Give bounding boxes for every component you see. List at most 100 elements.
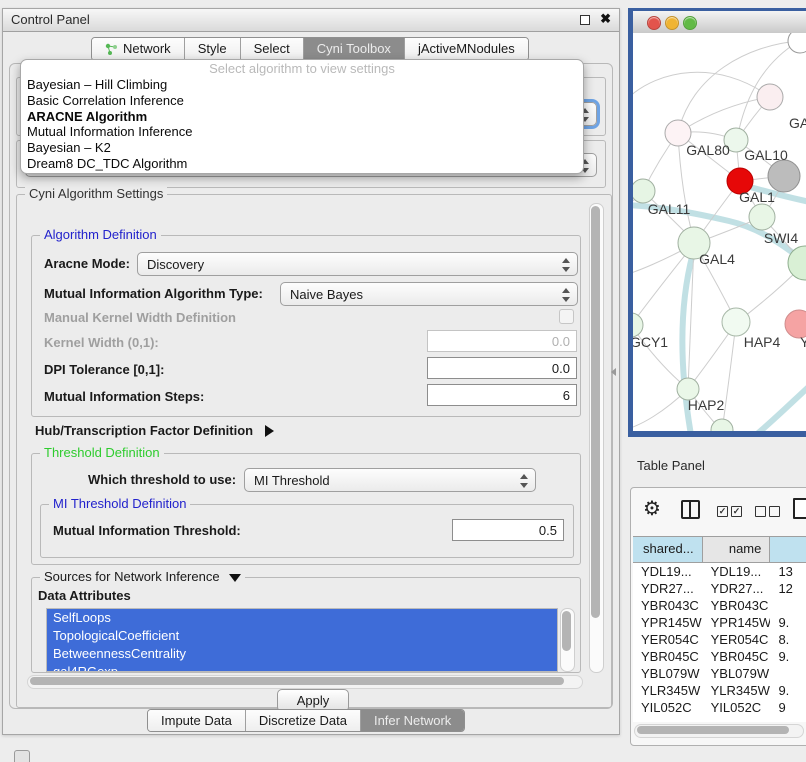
table-row[interactable]: YPR145WYPR145W9.: [633, 614, 806, 631]
tab-select[interactable]: Select: [241, 38, 304, 60]
table-column-header[interactable]: shared...: [633, 537, 703, 562]
table-cell: 9.: [770, 614, 806, 631]
table-row[interactable]: YBR043CYBR043C: [633, 597, 806, 614]
algorithm-option[interactable]: Dream8 DC_TDC Algorithm: [21, 156, 583, 172]
table-cell: [770, 597, 806, 614]
settings-hscroll-thumb[interactable]: [30, 677, 564, 685]
attribute-list-item[interactable]: SelfLoops: [47, 609, 557, 627]
table-header-row: shared...name: [633, 536, 806, 563]
table-row[interactable]: YLR345WYLR345W9.: [633, 682, 806, 699]
network-node[interactable]: [722, 308, 750, 336]
attribute-list-item[interactable]: TopologicalCoefficient: [47, 627, 557, 645]
panel-divider-collapse-icon[interactable]: [611, 368, 616, 376]
tab-cyni-toolbox[interactable]: Cyni Toolbox: [304, 38, 405, 60]
which-threshold-label: Which threshold to use:: [88, 472, 236, 487]
tab-label: Network: [123, 38, 171, 60]
tab-label: Infer Network: [374, 710, 451, 732]
table-row[interactable]: YER054CYER054C8.: [633, 631, 806, 648]
table-cell: YDR27...: [633, 580, 703, 597]
algorithm-option[interactable]: Mutual Information Inference: [21, 124, 583, 140]
network-node[interactable]: [749, 204, 775, 230]
page-icon[interactable]: [793, 498, 806, 519]
network-node[interactable]: [633, 179, 655, 203]
network-canvas[interactable]: GAL7GAL80GAL10GAL1GAL11GAL4SWI4GCY1HAP4Y…: [633, 33, 806, 431]
unchecked-box-icon[interactable]: [755, 506, 766, 517]
close-window-icon[interactable]: [647, 16, 661, 30]
tab-label: Impute Data: [161, 710, 232, 732]
column-layout-icon[interactable]: [681, 500, 700, 519]
attribute-list-scrollbar[interactable]: [560, 608, 575, 672]
network-node[interactable]: [711, 419, 733, 431]
data-attributes-label: Data Attributes: [38, 588, 131, 603]
close-icon[interactable]: ✖: [600, 11, 611, 27]
tab-jactivemnodules[interactable]: jActiveMNodules: [405, 38, 528, 60]
gear-icon[interactable]: ⚙: [643, 496, 661, 521]
zoom-window-icon[interactable]: [683, 16, 697, 30]
attribute-list-item[interactable]: gal4RGexp: [47, 663, 557, 672]
tab-infer-network[interactable]: Infer Network: [361, 710, 464, 731]
table-body: YDL19...YDL19...13YDR27...YDR27...12YBR0…: [633, 563, 806, 716]
network-node[interactable]: [768, 160, 800, 192]
mi-steps-field[interactable]: 6: [427, 384, 577, 406]
aracne-mode-combo[interactable]: Discovery: [137, 252, 578, 276]
network-node[interactable]: [757, 84, 783, 110]
table-row[interactable]: YBL079WYBL079W: [633, 665, 806, 682]
dpi-tolerance-field[interactable]: 0.0: [427, 357, 577, 379]
node-table[interactable]: shared...name YDL19...YDL19...13YDR27...…: [633, 536, 806, 722]
table-row[interactable]: YDL19...YDL19...13: [633, 563, 806, 580]
settings-vscroll-thumb[interactable]: [591, 206, 600, 618]
which-threshold-combo[interactable]: MI Threshold: [244, 468, 536, 492]
table-row[interactable]: YIL052CYIL052C9: [633, 699, 806, 716]
minimized-panel-icon[interactable]: [14, 750, 30, 762]
algorithm-option[interactable]: Bayesian – Hill Climbing: [21, 77, 583, 93]
which-threshold-value: MI Threshold: [254, 473, 330, 488]
checked-box-icon[interactable]: ✓: [731, 506, 742, 517]
attribute-list-item[interactable]: BetweennessCentrality: [47, 645, 557, 663]
node-label: GAL80: [686, 142, 730, 158]
table-row[interactable]: YDR27...YDR27...12: [633, 580, 806, 597]
table-cell: YBL079W: [633, 665, 703, 682]
table-cell: YDL19...: [703, 563, 771, 580]
settings-horizontal-scrollbar[interactable]: [27, 675, 583, 689]
attribute-scroll-thumb[interactable]: [562, 611, 571, 651]
algorithm-option[interactable]: ARACNE Algorithm: [21, 109, 583, 125]
minimize-window-icon[interactable]: [665, 16, 679, 30]
cyni-toolbox-panel: gal-filtered sif default node Select alg…: [9, 63, 613, 709]
table-column-header[interactable]: name: [703, 537, 771, 562]
table-column-header[interactable]: [770, 537, 806, 562]
network-view-window: GAL7GAL80GAL10GAL1GAL11GAL4SWI4GCY1HAP4Y…: [628, 8, 806, 437]
table-hscroll-thumb[interactable]: [637, 726, 789, 734]
table-cell: 13: [770, 563, 806, 580]
table-cell: YBR043C: [633, 597, 703, 614]
manual-kernel-checkbox[interactable]: [559, 309, 574, 324]
network-edge[interactable]: [633, 72, 770, 99]
tab-discretize-data[interactable]: Discretize Data: [246, 710, 361, 731]
cyni-algorithm-settings-group: Cyni Algorithm Settings Algorithm Defini…: [16, 194, 612, 708]
tab-style[interactable]: Style: [185, 38, 241, 60]
application-root: Control Panel ✖ NetworkStyleSelectCyni T…: [0, 0, 806, 762]
float-window-icon[interactable]: [580, 15, 590, 25]
data-attributes-list[interactable]: SelfLoopsTopologicalCoefficientBetweenne…: [46, 608, 558, 672]
network-node[interactable]: [788, 33, 806, 53]
mi-threshold-field[interactable]: 0.5: [452, 519, 564, 541]
sources-group-title[interactable]: Sources for Network Inference: [40, 570, 245, 584]
unchecked-box-icon[interactable]: [769, 506, 780, 517]
settings-vertical-scrollbar[interactable]: [589, 203, 604, 673]
node-label: Y: [800, 334, 806, 350]
tab-network[interactable]: Network: [92, 38, 185, 60]
checked-box-icon[interactable]: ✓: [717, 506, 728, 517]
mi-type-combo[interactable]: Naive Bayes: [280, 282, 578, 306]
algorithm-option[interactable]: Bayesian – K2: [21, 140, 583, 156]
network-edge[interactable]: [678, 97, 770, 133]
network-edge[interactable]: [751, 381, 806, 431]
kernel-width-field[interactable]: 0.0: [427, 330, 577, 352]
table-cell: YBR045C: [633, 648, 703, 665]
tab-impute-data[interactable]: Impute Data: [148, 710, 246, 731]
table-horizontal-scrollbar[interactable]: [634, 724, 804, 738]
network-window-titlebar[interactable]: [633, 11, 806, 34]
aracne-mode-value: Discovery: [147, 257, 204, 272]
algorithm-option[interactable]: Basic Correlation Inference: [21, 93, 583, 109]
hub-definition-toggle[interactable]: Hub/Transcription Factor Definition: [35, 423, 274, 438]
table-row[interactable]: YBR045CYBR045C9.: [633, 648, 806, 665]
mi-type-label: Mutual Information Algorithm Type:: [44, 286, 263, 301]
